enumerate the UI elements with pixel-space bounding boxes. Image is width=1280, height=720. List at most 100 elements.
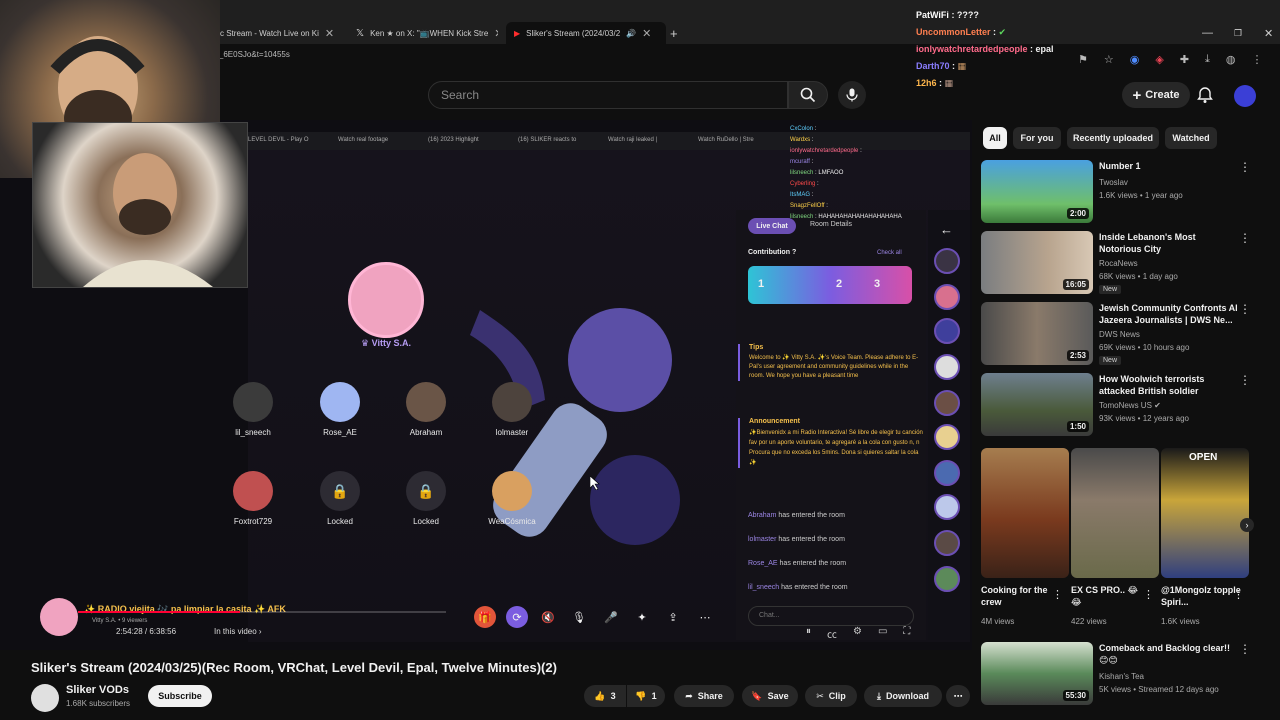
download-icon: ⤓ bbox=[877, 690, 881, 701]
progress-track[interactable] bbox=[78, 611, 446, 613]
rec-title: Number 1 bbox=[1099, 161, 1141, 171]
thumbs-down-icon: 👎 bbox=[635, 690, 647, 701]
extension-icon[interactable]: ◉ bbox=[1130, 53, 1140, 66]
miniplayer-icon[interactable]: ▭ bbox=[878, 626, 887, 641]
member-avatar[interactable] bbox=[934, 390, 960, 416]
window-close-icon[interactable]: ✕ bbox=[1264, 22, 1273, 44]
account-avatar[interactable] bbox=[1234, 85, 1256, 107]
subscribe-button[interactable]: Subscribe bbox=[148, 685, 212, 707]
seat-weacosmica[interactable]: WeaCósmica bbox=[472, 471, 552, 526]
mic-icon[interactable]: 🎙 bbox=[568, 606, 590, 628]
seat-abraham[interactable]: Abraham bbox=[386, 382, 466, 437]
search-button[interactable] bbox=[788, 81, 828, 109]
autoplay-icon[interactable]: ⏸ bbox=[806, 626, 811, 641]
new-tab-button[interactable]: + bbox=[670, 22, 682, 44]
back-arrow-icon[interactable]: ← bbox=[940, 222, 953, 237]
more-icon[interactable]: ⋮ bbox=[1239, 231, 1251, 245]
more-actions-button[interactable]: ⋯ bbox=[946, 685, 970, 707]
in-video-chapter[interactable]: In this video › bbox=[214, 627, 262, 636]
close-icon[interactable]: ✕ bbox=[325, 27, 334, 40]
chip-recently-uploaded[interactable]: Recently uploaded bbox=[1067, 127, 1159, 149]
member-avatar[interactable] bbox=[934, 284, 960, 310]
voice-search-button[interactable] bbox=[838, 81, 866, 109]
browser-tab-active[interactable]: ▶ Sliker's Stream (2024/03/2 🔊 ✕ bbox=[506, 22, 666, 44]
channel-avatar[interactable] bbox=[31, 684, 59, 712]
crown-icon: ♛ bbox=[361, 338, 370, 348]
shorts-next-button[interactable]: › bbox=[1240, 518, 1254, 532]
more-icon[interactable]: ⋮ bbox=[1239, 373, 1251, 387]
sync-icon[interactable]: ⟳ bbox=[506, 606, 528, 628]
more-icon[interactable]: ⋮ bbox=[1239, 302, 1251, 316]
seat-lil-sneech[interactable]: lil_sneech bbox=[213, 382, 293, 437]
member-avatar[interactable] bbox=[934, 354, 960, 380]
recommendation-item[interactable]: 1:50 How Woolwich terrorists attacked Br… bbox=[981, 373, 1271, 439]
captions-icon[interactable]: ㏄ bbox=[827, 626, 837, 641]
seat-avatar bbox=[492, 382, 532, 422]
announcement-block: Announcement ✨Bienvenidx a mi Radio Inte… bbox=[738, 418, 924, 468]
member-avatar[interactable] bbox=[934, 318, 960, 344]
minimize-icon[interactable]: — bbox=[1202, 22, 1213, 44]
extension-icon[interactable]: ◈ bbox=[1155, 53, 1163, 66]
close-icon[interactable]: ✕ bbox=[494, 27, 498, 40]
chip-all[interactable]: All bbox=[983, 127, 1007, 149]
magic-icon[interactable]: ✦ bbox=[631, 606, 653, 628]
seat-locked[interactable]: 🔒 Locked bbox=[300, 471, 380, 526]
member-avatar[interactable] bbox=[934, 424, 960, 450]
dislike-button[interactable]: 👎 1 bbox=[627, 685, 665, 707]
mic-queue-icon[interactable]: 🎤 bbox=[600, 606, 622, 628]
host-avatar[interactable] bbox=[348, 262, 424, 338]
browser-tab[interactable]: c Stream - Watch Live on Ki ✕ bbox=[220, 22, 348, 44]
browser-tab[interactable]: 𝕏 Ken ★ on X: "📺WHEN Kick Stre ✕ bbox=[356, 22, 498, 44]
short-thumbnail[interactable] bbox=[1071, 448, 1159, 578]
share-icon[interactable]: ⇪ bbox=[662, 606, 684, 628]
chip-watched[interactable]: Watched bbox=[1165, 127, 1217, 149]
menu-icon[interactable]: ⋮ bbox=[1252, 53, 1263, 66]
mute-speaker-icon[interactable]: 🔇 bbox=[537, 606, 559, 628]
tips-title: Tips bbox=[749, 344, 764, 351]
room-chat-input[interactable]: Chat... bbox=[748, 606, 914, 626]
tab-live-chat[interactable]: Live Chat bbox=[748, 218, 796, 234]
short-thumbnail[interactable] bbox=[981, 448, 1069, 578]
search-input[interactable]: Search bbox=[428, 81, 788, 109]
download-icon[interactable]: ⤓ bbox=[1205, 53, 1210, 66]
recommendation-item[interactable]: 2:53 Jewish Community Confronts Al Jazee… bbox=[981, 302, 1271, 368]
gift-icon[interactable]: 🎁 bbox=[474, 606, 496, 628]
share-button[interactable]: ➦ Share bbox=[674, 685, 734, 707]
more-icon[interactable]: ⋮ bbox=[1233, 588, 1244, 601]
member-avatar[interactable] bbox=[934, 530, 960, 556]
member-avatar[interactable] bbox=[934, 248, 960, 274]
recommendation-item[interactable]: 16:05 Inside Lebanon's Most Notorious Ci… bbox=[981, 231, 1271, 297]
chip-for-you[interactable]: For you bbox=[1013, 127, 1061, 149]
more-icon[interactable]: ⋮ bbox=[1239, 160, 1251, 174]
save-button[interactable]: 🔖 Save bbox=[742, 685, 798, 707]
close-icon[interactable]: ✕ bbox=[642, 27, 651, 40]
seat-lolmaster[interactable]: lolmaster bbox=[472, 382, 552, 437]
seat-foxtrot729[interactable]: Foxtrot729 bbox=[213, 471, 293, 526]
seat-rose-ae[interactable]: Rose_AE bbox=[300, 382, 380, 437]
clip-button[interactable]: ✂ Clip bbox=[805, 685, 857, 707]
puzzle-icon[interactable]: ✚ bbox=[1180, 53, 1189, 66]
create-button[interactable]: + Create bbox=[1122, 82, 1190, 108]
member-avatar[interactable] bbox=[934, 566, 960, 592]
download-button[interactable]: ⤓ Download bbox=[864, 685, 942, 707]
more-icon[interactable]: ⋮ bbox=[1052, 588, 1063, 601]
seat-locked[interactable]: 🔒 Locked bbox=[386, 471, 466, 526]
contribution-leaderboard[interactable]: 1 2 3 bbox=[748, 266, 912, 304]
check-all-link[interactable]: Check all bbox=[877, 250, 902, 256]
notifications-bell-icon[interactable] bbox=[1196, 86, 1216, 106]
recommendation-item[interactable]: 2:00 Number 1 Twoslav 1.6K views • 1 yea… bbox=[981, 160, 1271, 226]
profile-icon[interactable]: ◍ bbox=[1226, 53, 1236, 66]
short-thumbnail[interactable]: OPEN bbox=[1161, 448, 1249, 578]
more-icon[interactable]: ⋮ bbox=[1239, 642, 1251, 656]
settings-gear-icon[interactable]: ⚙ bbox=[853, 626, 862, 641]
more-icon[interactable]: ⋮ bbox=[1143, 588, 1154, 601]
room-host-avatar[interactable] bbox=[40, 598, 78, 636]
recommendation-item[interactable]: 55:30 Comeback and Backlog clear!! 😊😊 Ki… bbox=[981, 642, 1271, 708]
more-icon[interactable]: ⋯ bbox=[694, 606, 716, 628]
like-button[interactable]: 👍 3 bbox=[584, 685, 626, 707]
member-avatar[interactable] bbox=[934, 460, 960, 486]
member-avatar[interactable] bbox=[934, 494, 960, 520]
channel-name[interactable]: Sliker VODs bbox=[66, 684, 129, 696]
fullscreen-icon[interactable]: ⛶ bbox=[903, 626, 910, 641]
restore-icon[interactable]: ❐ bbox=[1234, 22, 1242, 44]
